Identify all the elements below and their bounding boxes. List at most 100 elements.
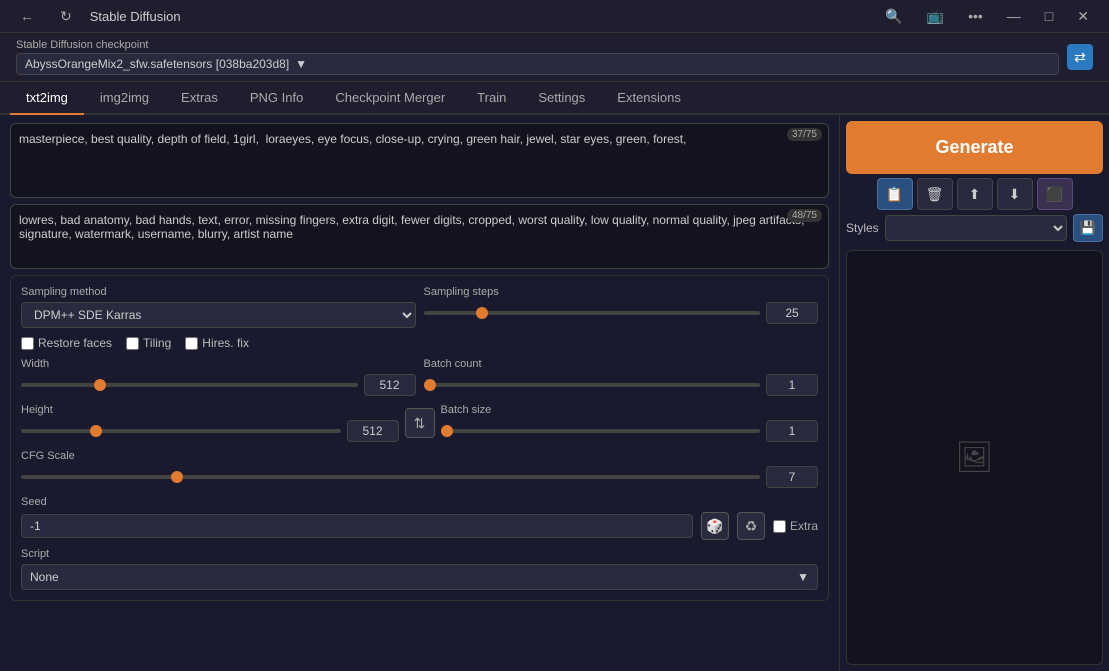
trash-button[interactable]: 🗑 <box>917 178 953 210</box>
cfg-scale-row <box>21 466 818 488</box>
width-slider[interactable] <box>21 383 358 387</box>
sampling-steps-slider[interactable] <box>424 311 761 315</box>
sampling-method-select[interactable]: DPM++ SDE Karras <box>21 302 416 328</box>
restore-button[interactable]: □ <box>1037 6 1061 26</box>
restore-faces-checkbox[interactable]: Restore faces <box>21 336 112 350</box>
main-content: 37/75 masterpiece, best quality, depth o… <box>0 115 1109 671</box>
sampling-row: Sampling method DPM++ SDE Karras Samplin… <box>21 286 818 328</box>
height-input[interactable] <box>347 420 399 442</box>
cast-button[interactable]: 📺 <box>919 6 952 27</box>
height-label: Height <box>21 404 399 416</box>
negative-prompt-input[interactable] <box>11 205 828 265</box>
height-batch-size-row: Height ⇅ Batch size <box>21 404 818 442</box>
batch-size-input[interactable] <box>766 420 818 442</box>
zip-button[interactable]: ⬛ <box>1037 178 1073 210</box>
tab-txt2img[interactable]: txt2img <box>10 82 84 115</box>
image-placeholder-icon: 🖼 <box>955 440 993 475</box>
tab-train[interactable]: Train <box>461 82 522 115</box>
seed-input[interactable] <box>21 514 693 538</box>
sampling-method-group: Sampling method DPM++ SDE Karras <box>21 286 416 328</box>
script-select[interactable]: None ▼ <box>21 564 818 590</box>
tab-extensions[interactable]: Extensions <box>601 82 697 115</box>
action-bar: 📋 🗑 ⬆ ⬇ ⬛ <box>846 178 1103 210</box>
checkpoint-select[interactable]: AbyssOrangeMix2_sfw.safetensors [038ba20… <box>16 53 1059 75</box>
upload-button[interactable]: ⬆ <box>957 178 993 210</box>
width-group: Width <box>21 358 416 396</box>
swap-dimensions-button[interactable]: ⇅ <box>405 408 435 438</box>
positive-prompt-area: 37/75 masterpiece, best quality, depth o… <box>10 123 829 198</box>
width-row <box>21 374 416 396</box>
width-batch-count-row: Width Batch count <box>21 358 818 396</box>
search-button[interactable]: 🔍 <box>877 6 910 27</box>
generate-button[interactable]: Generate <box>846 121 1103 174</box>
more-button[interactable]: ••• <box>960 6 991 26</box>
batch-count-slider[interactable] <box>424 383 761 387</box>
sampling-steps-label: Sampling steps <box>424 286 819 298</box>
checkpoint-bar: Stable Diffusion checkpoint AbyssOrangeM… <box>0 33 1109 82</box>
tiling-label: Tiling <box>143 336 171 350</box>
positive-prompt-input[interactable]: masterpiece, best quality, depth of fiel… <box>11 124 828 194</box>
controls-section: Sampling method DPM++ SDE Karras Samplin… <box>10 275 829 601</box>
tiling-checkbox[interactable]: Tiling <box>126 336 171 350</box>
batch-size-group: Batch size <box>441 404 819 442</box>
right-panel: Generate 📋 🗑 ⬆ ⬇ ⬛ Styles 💾 🖼 <box>839 115 1109 671</box>
script-section: Script None ▼ <box>21 548 818 590</box>
hires-fix-input[interactable] <box>185 337 198 350</box>
seed-group: Seed 🎲 ♻ Extra <box>21 496 818 540</box>
paste-button[interactable]: 📋 <box>877 178 913 210</box>
tiling-input[interactable] <box>126 337 139 350</box>
hires-fix-label: Hires. fix <box>202 336 249 350</box>
restore-faces-label: Restore faces <box>38 336 112 350</box>
seed-row: 🎲 ♻ Extra <box>21 512 818 540</box>
tab-settings[interactable]: Settings <box>522 82 601 115</box>
width-label: Width <box>21 358 416 370</box>
restore-faces-input[interactable] <box>21 337 34 350</box>
script-value: None <box>30 570 59 584</box>
sampling-steps-group: Sampling steps <box>424 286 819 328</box>
tab-extras[interactable]: Extras <box>165 82 234 115</box>
refresh-button[interactable]: ↻ <box>52 6 80 27</box>
checkpoint-refresh-button[interactable]: ⇄ <box>1067 44 1093 70</box>
height-slider[interactable] <box>21 429 341 433</box>
batch-size-label: Batch size <box>441 404 819 416</box>
close-button[interactable]: ✕ <box>1069 6 1097 27</box>
back-button[interactable]: ← <box>12 6 42 26</box>
height-row <box>21 420 399 442</box>
image-output-area: 🖼 <box>846 250 1103 665</box>
tab-checkpoint-merger[interactable]: Checkpoint Merger <box>319 82 461 115</box>
window-controls: 🔍 📺 ••• — □ ✕ <box>877 6 1097 27</box>
extra-checkbox-label[interactable]: Extra <box>773 519 818 533</box>
cfg-scale-slider[interactable] <box>21 475 760 479</box>
chevron-down-icon: ▼ <box>797 570 809 584</box>
batch-count-input[interactable] <box>766 374 818 396</box>
extra-checkbox[interactable] <box>773 520 786 533</box>
cfg-scale-group: CFG Scale <box>21 450 818 488</box>
tab-img2img[interactable]: img2img <box>84 82 165 115</box>
minimize-button[interactable]: — <box>999 6 1029 26</box>
sampling-steps-input[interactable] <box>766 302 818 324</box>
batch-size-slider[interactable] <box>441 429 761 433</box>
styles-save-button[interactable]: 💾 <box>1073 214 1103 242</box>
positive-token-count: 37/75 <box>787 128 822 141</box>
checkbox-row: Restore faces Tiling Hires. fix <box>21 336 818 350</box>
negative-token-count: 48/75 <box>787 209 822 222</box>
styles-select[interactable] <box>885 215 1067 241</box>
batch-count-label: Batch count <box>424 358 819 370</box>
height-group: Height <box>21 404 399 442</box>
recycle-button[interactable]: ♻ <box>737 512 765 540</box>
hires-fix-checkbox[interactable]: Hires. fix <box>185 336 249 350</box>
download-button[interactable]: ⬇ <box>997 178 1033 210</box>
dice-button[interactable]: 🎲 <box>701 512 729 540</box>
cfg-scale-label: CFG Scale <box>21 450 818 462</box>
checkpoint-value: AbyssOrangeMix2_sfw.safetensors [038ba20… <box>25 57 289 71</box>
tab-pnginfo[interactable]: PNG Info <box>234 82 319 115</box>
titlebar-left: ← ↻ Stable Diffusion <box>12 6 181 27</box>
width-input[interactable] <box>364 374 416 396</box>
seed-label: Seed <box>21 496 818 508</box>
extra-label-text: Extra <box>790 519 818 533</box>
tabs-bar: txt2img img2img Extras PNG Info Checkpoi… <box>0 82 1109 115</box>
cfg-scale-input[interactable] <box>766 466 818 488</box>
styles-label: Styles <box>846 221 879 235</box>
styles-row: Styles 💾 <box>846 214 1103 242</box>
sampling-steps-row <box>424 302 819 324</box>
